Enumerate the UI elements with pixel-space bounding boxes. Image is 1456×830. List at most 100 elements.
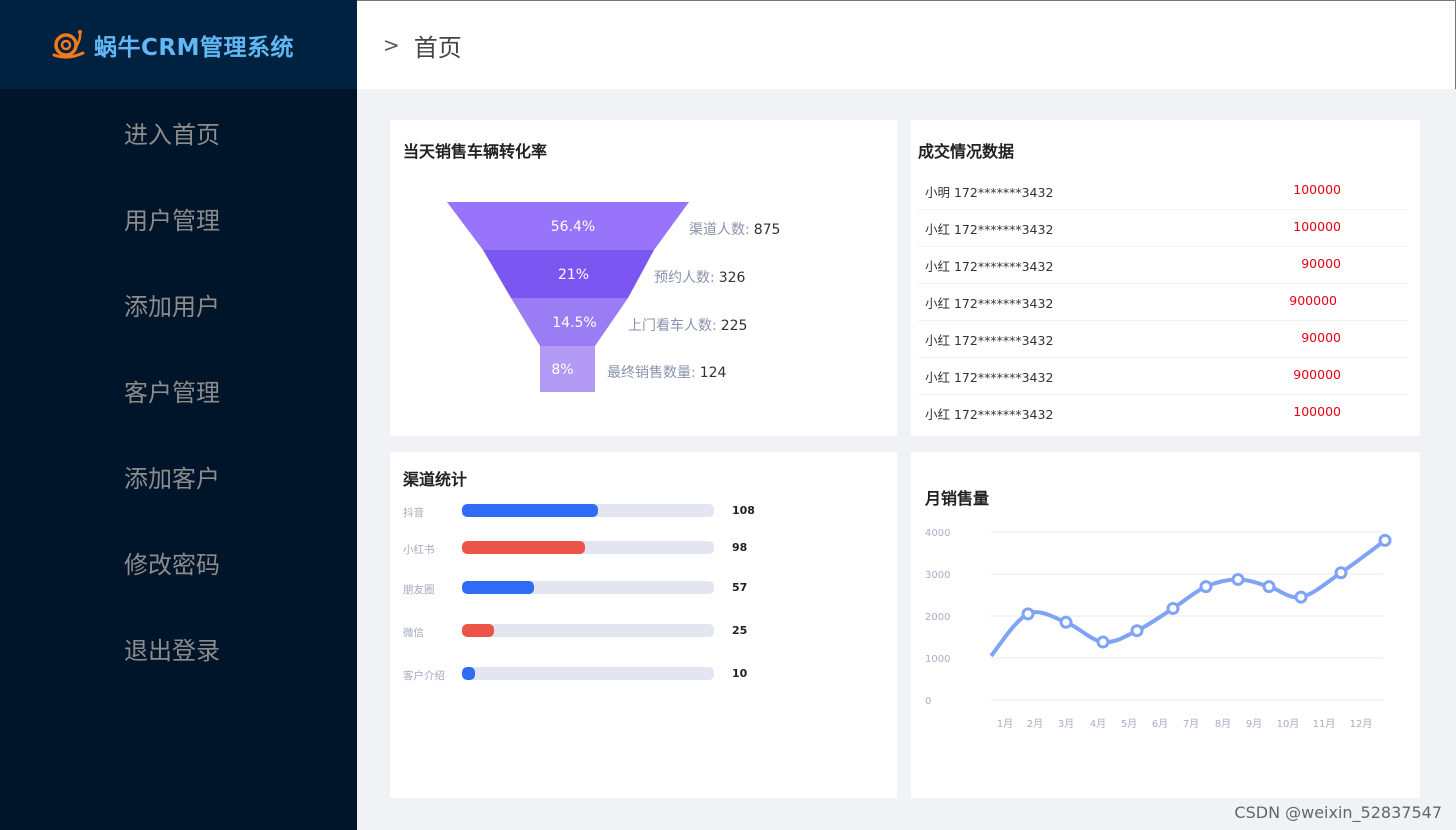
sidebar-item-customer-management[interactable]: 客户管理 (0, 347, 357, 433)
y-tick-label: 3000 (925, 570, 950, 581)
deal-amount: 90000 (1301, 256, 1341, 271)
list-item: 小红 172*******3432 90000 (918, 321, 1408, 358)
channel-bar-track (462, 624, 714, 637)
funnel-stage-value: 326 (719, 270, 746, 286)
sidebar-item-home[interactable]: 进入首页 (0, 89, 357, 175)
channel-bar-fill (462, 581, 534, 594)
x-tick-label: 12月 (1350, 718, 1373, 730)
deal-amount: 90000 (1301, 330, 1341, 345)
data-point[interactable] (1130, 624, 1144, 638)
data-point[interactable] (1021, 607, 1035, 621)
sidebar-item-add-customer[interactable]: 添加客户 (0, 433, 357, 519)
funnel-stage-label: 上门看车人数: 225 (628, 317, 747, 334)
funnel-card: 当天销售车辆转化率 56.4% 渠道人数: 875 21% 预约人数: 326 14.5% 上… (390, 120, 897, 436)
channel-bar-track (462, 504, 714, 517)
sidebar-item-user-management[interactable]: 用户管理 (0, 175, 357, 261)
y-tick-label: 1000 (925, 654, 950, 665)
y-tick-label: 4000 (925, 528, 950, 539)
deal-name: 小明 172*******3432 (925, 185, 1054, 200)
funnel-percent-label: 21% (558, 267, 589, 283)
funnel-stage-label: 最终销售数量: 124 (607, 365, 727, 381)
list-item: 小红 172*******3432 100000 (918, 395, 1408, 432)
series-line (989, 538, 1387, 658)
deal-amount: 100000 (1293, 182, 1341, 197)
funnel-stage-value: 124 (700, 365, 727, 381)
x-tick-label: 4月 (1090, 718, 1106, 730)
x-tick-label: 7月 (1183, 718, 1199, 730)
channel-label: 小红书 (403, 544, 435, 556)
x-tick-label: 10月 (1277, 718, 1300, 730)
channel-bar-fill (462, 541, 586, 554)
data-point[interactable] (1166, 601, 1180, 615)
x-tick-label: 5月 (1121, 718, 1137, 730)
x-tick-label: 6月 (1152, 718, 1168, 730)
sidebar-item-logout[interactable]: 退出登录 (0, 605, 357, 691)
channel-row: 客户介绍 10 (390, 667, 890, 682)
deals-card: 成交情况数据 小明 172*******3432 100000 小红 172**… (911, 120, 1420, 436)
data-point[interactable] (1199, 580, 1213, 594)
channel-label: 朋友圈 (403, 584, 435, 596)
data-point[interactable] (1059, 615, 1073, 629)
data-point[interactable] (1294, 590, 1308, 604)
funnel-percent-label: 14.5% (552, 315, 596, 331)
deals-list: 小明 172*******3432 100000 小红 172*******34… (918, 173, 1408, 432)
channels-card: 渠道统计 抖音 108 小红书 98 朋友圈 57 微信 25 客户介绍 10 (390, 452, 897, 798)
deal-name: 小红 172*******3432 (925, 333, 1054, 348)
snail-icon (52, 29, 85, 59)
sidebar-item-add-user[interactable]: 添加用户 (0, 261, 357, 347)
funnel-percent-label: 56.4% (551, 219, 595, 235)
x-tick-label: 1月 (997, 718, 1013, 730)
channel-value: 25 (732, 624, 748, 637)
deal-name: 小红 172*******3432 (925, 370, 1054, 385)
deal-amount: 900000 (1289, 293, 1337, 308)
channel-label: 抖音 (403, 507, 424, 519)
x-tick-label: 9月 (1246, 718, 1262, 730)
monthly-sales-card: 月销售量 0 1000 2000 3000 4000 1月 2月 3月 4月 5月 6月 7月 8月 9月… (911, 452, 1420, 798)
x-tick-label: 11月 (1313, 718, 1336, 730)
data-point[interactable] (1262, 580, 1276, 594)
channel-row: 抖音 108 (390, 504, 890, 519)
channel-bar-track (462, 541, 714, 554)
channel-bar-fill (462, 667, 475, 680)
channel-bar-fill (462, 504, 599, 517)
data-point[interactable] (1334, 566, 1348, 580)
app-title: 蜗牛CRM管理系统 (94, 34, 294, 61)
funnel-stage-value: 225 (721, 318, 748, 334)
breadcrumb-separator: > (383, 33, 400, 57)
channel-label: 客户介绍 (403, 670, 445, 682)
deal-amount: 100000 (1293, 219, 1341, 234)
funnel-stage-value: 875 (754, 222, 781, 238)
channel-value: 57 (732, 581, 748, 594)
x-tick-label: 3月 (1058, 718, 1074, 730)
data-point[interactable] (1378, 533, 1392, 547)
funnel-stage-label: 渠道人数: 875 (689, 222, 780, 238)
channel-value: 98 (732, 541, 748, 554)
channels-title: 渠道统计 (403, 470, 468, 489)
channel-bar-track (462, 667, 714, 680)
data-point[interactable] (1231, 572, 1245, 586)
deal-name: 小红 172*******3432 (925, 407, 1054, 422)
channel-value: 108 (732, 504, 755, 517)
deal-amount: 100000 (1293, 404, 1341, 419)
breadcrumb: > 首页 (357, 0, 1456, 89)
sidebar-item-change-password[interactable]: 修改密码 (0, 519, 357, 605)
deal-name: 小红 172*******3432 (925, 296, 1054, 311)
channel-row: 微信 25 (390, 624, 890, 639)
breadcrumb-current[interactable]: 首页 (414, 28, 462, 63)
sidebar: 蜗牛CRM管理系统 进入首页 用户管理 添加用户 客户管理 添加客户 修改密码 … (0, 0, 357, 830)
deals-title: 成交情况数据 (918, 142, 1015, 161)
funnel-chart: 56.4% 渠道人数: 875 21% 预约人数: 326 14.5% 上门看车人数: 225 8… (447, 202, 780, 392)
x-tick-label: 2月 (1027, 718, 1043, 730)
channel-value: 10 (732, 667, 748, 680)
deal-amount: 900000 (1293, 367, 1341, 382)
list-item: 小红 172*******3432 90000 (918, 247, 1408, 284)
list-item: 小红 172*******3432 900000 (918, 358, 1408, 395)
deal-name: 小红 172*******3432 (925, 259, 1054, 274)
list-item: 小红 172*******3432 100000 (918, 210, 1408, 247)
channel-label: 微信 (403, 627, 424, 639)
watermark: CSDN @weixin_52837547 (1234, 803, 1442, 822)
channel-row: 朋友圈 57 (390, 581, 890, 596)
deal-name: 小红 172*******3432 (925, 222, 1054, 237)
brand[interactable]: 蜗牛CRM管理系统 (0, 0, 357, 89)
data-point[interactable] (1096, 635, 1110, 649)
